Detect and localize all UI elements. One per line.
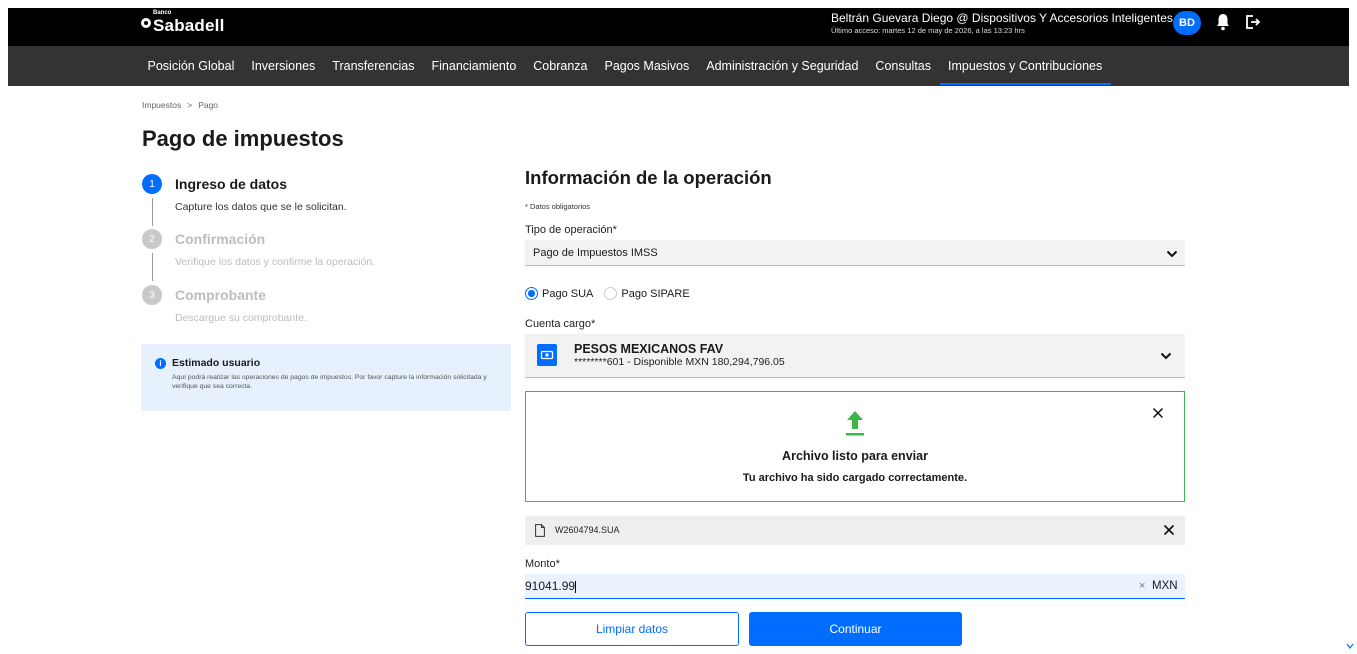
step-1-title: Ingreso de datos: [175, 176, 288, 192]
section-title: Información de la operación: [525, 167, 772, 188]
clear-data-button[interactable]: Limpiar datos: [525, 612, 739, 646]
avatar[interactable]: BD: [1173, 11, 1201, 35]
chevron-down-icon: [1160, 352, 1172, 360]
required-note: * Datos obligatorios: [525, 202, 591, 211]
step-connector: [152, 198, 153, 226]
info-text: Aquí podrá realizar las operaciones de p…: [172, 374, 487, 390]
step-2-number: 2: [142, 229, 162, 249]
nav-pagos-masivos[interactable]: Pagos Masivos: [596, 46, 698, 86]
step-2-desc: Verifique los datos y confirme la operac…: [175, 256, 376, 268]
sabadell-logo[interactable]: Banco Sabadell: [141, 10, 225, 36]
nav-cobranza[interactable]: Cobranza: [525, 46, 596, 86]
breadcrumb: Impuestos > Pago: [142, 100, 218, 110]
uploaded-file-row: W2604794.SUA: [525, 516, 1185, 545]
step-connector: [152, 253, 153, 281]
amount-label: Monto*: [525, 558, 560, 570]
step-3-desc: Descargue su comprobante.: [175, 312, 307, 324]
user-info: Beltrán Guevara Diego @ Dispositivos Y A…: [831, 11, 1173, 35]
continue-button[interactable]: Continuar: [749, 612, 962, 646]
account-detail: ********601 - Disponible MXN 180,294,796…: [574, 356, 785, 368]
upload-success-box: Archivo listo para enviar Tu archivo ha …: [525, 391, 1185, 502]
page-title: Pago de impuestos: [142, 126, 344, 151]
top-bar: Banco Sabadell Beltrán Guevara Diego @ D…: [8, 8, 1349, 46]
radio-pago-sipare[interactable]: [604, 287, 618, 300]
operation-type-label: Tipo de operación*: [525, 224, 617, 236]
operation-type-value: Pago de Impuestos IMSS: [533, 247, 658, 259]
logo-small-text: Banco: [153, 10, 172, 16]
breadcrumb-separator: >: [187, 100, 193, 110]
radio-pago-sua-label[interactable]: Pago SUA: [542, 288, 593, 300]
radio-pago-sipare-label[interactable]: Pago SIPARE: [621, 288, 689, 300]
main-nav: Posición Global Inversiones Transferenci…: [8, 46, 1349, 86]
currency-label: MXN: [1152, 580, 1178, 592]
account-label: Cuenta cargo*: [525, 318, 596, 330]
file-icon: [535, 524, 545, 537]
nav-impuestos-contribuciones[interactable]: Impuestos y Contribuciones: [939, 46, 1112, 86]
clear-amount-icon[interactable]: ×: [1139, 580, 1145, 592]
info-box: i Estimado usuario Aquí podrá realizar l…: [141, 344, 511, 411]
step-1-desc: Capture los datos que se le solicitan.: [175, 201, 347, 213]
user-name: Beltrán Guevara Diego @ Dispositivos Y A…: [831, 11, 1173, 25]
text-cursor: [575, 580, 577, 593]
upload-arrow-icon: [846, 411, 864, 436]
info-title: Estimado usuario: [172, 357, 261, 369]
operation-type-select[interactable]: Pago de Impuestos IMSS: [525, 240, 1185, 266]
logout-icon[interactable]: [1244, 14, 1260, 30]
remove-file-icon[interactable]: [1163, 524, 1175, 536]
close-icon[interactable]: [1152, 407, 1164, 419]
step-3-number: 3: [142, 285, 162, 305]
last-access: Último acceso: martes 12 de may de 2026,…: [831, 26, 1025, 35]
amount-value[interactable]: 91041.99: [525, 579, 575, 593]
chevron-down-icon: [1166, 250, 1178, 258]
upload-title: Archivo listo para enviar: [782, 449, 928, 463]
nav-posicion-global[interactable]: Posición Global: [139, 46, 243, 86]
scroll-indicator-icon[interactable]: [1346, 642, 1354, 650]
breadcrumb-pago: Pago: [198, 100, 219, 110]
account-select[interactable]: PESOS MEXICANOS FAV ********601 - Dispon…: [525, 334, 1185, 378]
step-2-title: Confirmación: [175, 231, 266, 247]
amount-input[interactable]: 91041.99 × MXN: [525, 574, 1185, 599]
nav-inversiones[interactable]: Inversiones: [243, 46, 324, 86]
logo-name: Sabadell: [153, 16, 225, 35]
nav-financiamiento[interactable]: Financiamiento: [423, 46, 525, 86]
breadcrumb-impuestos[interactable]: Impuestos: [142, 100, 181, 110]
nav-administracion-seguridad[interactable]: Administración y Seguridad: [698, 46, 867, 86]
payment-type-radios: Pago SUA Pago SIPARE: [525, 287, 701, 300]
step-1-number: 1: [142, 174, 162, 194]
card-icon: [537, 344, 557, 366]
logo-mark-icon: [141, 18, 151, 28]
file-name: W2604794.SUA: [555, 525, 620, 535]
account-name: PESOS MEXICANOS FAV: [574, 342, 724, 356]
bell-icon[interactable]: [1215, 13, 1231, 31]
nav-consultas[interactable]: Consultas: [867, 46, 940, 86]
upload-subtitle: Tu archivo ha sido cargado correctamente…: [742, 472, 968, 484]
nav-transferencias[interactable]: Transferencias: [324, 46, 423, 86]
step-3-title: Comprobante: [175, 287, 266, 303]
info-icon: i: [155, 357, 166, 369]
radio-pago-sua[interactable]: [525, 287, 538, 300]
